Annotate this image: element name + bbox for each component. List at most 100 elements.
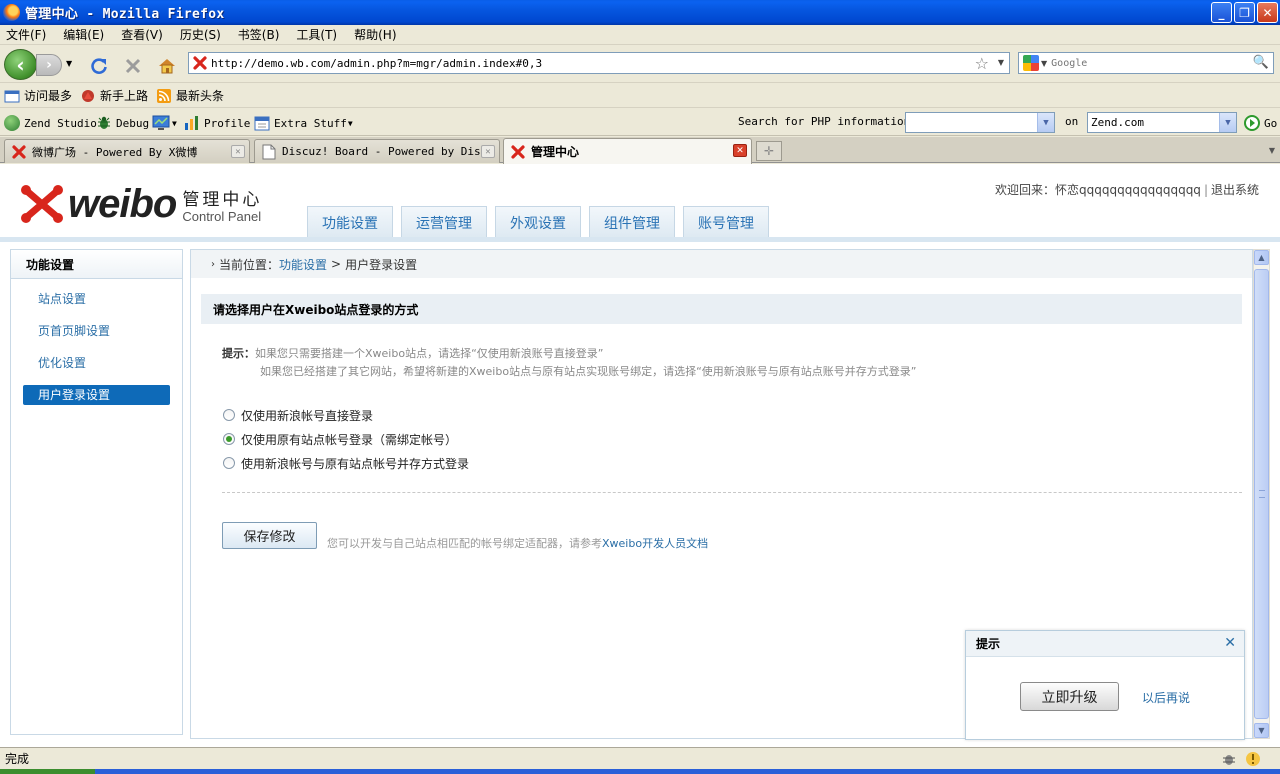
dashed-divider bbox=[222, 492, 1242, 493]
radio-button[interactable] bbox=[223, 457, 235, 469]
tip-label: 提示： bbox=[222, 347, 255, 360]
taskbar-edge bbox=[0, 769, 1280, 774]
status-text: 完成 bbox=[5, 752, 30, 766]
option-sina-only[interactable]: 仅使用新浪帐号直接登录 bbox=[223, 403, 469, 427]
url-dropdown-icon[interactable]: ▼ bbox=[998, 58, 1004, 67]
php-search-dropdown-icon[interactable]: ▼ bbox=[1037, 113, 1054, 132]
tab-close-icon[interactable]: ✕ bbox=[231, 145, 245, 158]
search-icon[interactable]: 🔍 bbox=[1253, 55, 1269, 70]
scrollbar-thumb[interactable] bbox=[1254, 269, 1269, 719]
zend-profile-button[interactable]: Profile bbox=[184, 115, 250, 131]
go-arrow-icon bbox=[1244, 115, 1260, 131]
tab-close-icon[interactable]: ✕ bbox=[481, 145, 495, 158]
login-mode-options: 仅使用新浪帐号直接登录 仅使用原有站点帐号登录（需绑定帐号） 使用新浪帐号与原有… bbox=[223, 403, 469, 475]
extra-dropdown-icon[interactable]: ▼ bbox=[348, 119, 353, 128]
tab-components[interactable]: 组件管理 bbox=[589, 206, 675, 238]
tab-close-icon[interactable]: ✕ bbox=[733, 144, 747, 157]
popup-title: 提示 bbox=[966, 631, 1244, 657]
tab-admin-center[interactable]: 管理中心 ✕ bbox=[503, 138, 752, 164]
menu-help[interactable]: 帮助(H) bbox=[354, 26, 396, 43]
breadcrumb-separator: > bbox=[331, 257, 342, 271]
url-input[interactable] bbox=[211, 56, 951, 70]
tab-appearance[interactable]: 外观设置 bbox=[495, 206, 581, 238]
menu-edit[interactable]: 编辑(E) bbox=[63, 26, 104, 43]
tab-accounts[interactable]: 账号管理 bbox=[683, 206, 769, 238]
tab-discuz-board[interactable]: Discuz! Board - Powered by Disc… ✕ bbox=[254, 139, 500, 163]
popup-close-icon[interactable]: ✕ bbox=[1224, 635, 1236, 651]
option-site-only[interactable]: 仅使用原有站点帐号登录（需绑定帐号） bbox=[223, 427, 469, 451]
php-search-combobox[interactable]: ▼ bbox=[905, 112, 1055, 133]
tab-weibo-square[interactable]: 微博广场 - Powered By X微博 ✕ bbox=[4, 139, 250, 163]
bookmark-getting-started[interactable]: 新手上路 bbox=[80, 87, 148, 104]
upgrade-now-button[interactable]: 立即升级 bbox=[1020, 682, 1119, 711]
sidebar-item-optimization[interactable]: 优化设置 bbox=[23, 353, 170, 373]
weibo-x-logo-icon bbox=[21, 185, 63, 223]
zend-debug-options-button[interactable]: ▼ bbox=[152, 115, 177, 131]
google-icon[interactable] bbox=[1023, 55, 1039, 71]
addon-status-icon[interactable] bbox=[1244, 750, 1262, 768]
save-button[interactable]: 保存修改 bbox=[222, 522, 317, 549]
home-icon[interactable] bbox=[156, 55, 178, 77]
option-both[interactable]: 使用新浪帐号与原有站点帐号并存方式登录 bbox=[223, 451, 469, 475]
menu-history[interactable]: 历史(S) bbox=[180, 26, 221, 43]
zend-extra-stuff-button[interactable]: Extra Stuff ▼ bbox=[254, 115, 353, 131]
radio-button-selected[interactable] bbox=[223, 433, 235, 445]
remind-later-link[interactable]: 以后再说 bbox=[1142, 689, 1190, 706]
bookmark-star-icon[interactable]: ☆ bbox=[975, 54, 989, 73]
radio-button[interactable] bbox=[223, 409, 235, 421]
forward-button[interactable]: › bbox=[36, 54, 62, 76]
window-title: 管理中心 - Mozilla Firefox bbox=[25, 7, 225, 22]
minimize-button[interactable]: _ bbox=[1211, 2, 1232, 23]
search-bar[interactable]: ▼ 🔍 bbox=[1018, 52, 1274, 74]
welcome-bar: 欢迎回来：怀恋qqqqqqqqqqqqqqqq | 退出系统 bbox=[995, 181, 1259, 198]
search-on-label: on bbox=[1065, 115, 1079, 128]
sidebar-item-site-settings[interactable]: 站点设置 bbox=[23, 289, 170, 309]
weibo-favicon-icon bbox=[510, 144, 526, 160]
vertical-scrollbar[interactable]: ▲ ▼ bbox=[1253, 249, 1270, 739]
save-note: 您可以开发与自己站点相匹配的帐号绑定适配器，请参考Xweibo开发人员文档 bbox=[327, 537, 709, 550]
bookmark-most-visited[interactable]: 访问最多 bbox=[4, 87, 72, 104]
weibo-favicon-icon bbox=[11, 144, 27, 160]
bookmark-latest-headlines[interactable]: 最新头条 bbox=[156, 87, 224, 104]
breadcrumb-parent-link[interactable]: 功能设置 bbox=[279, 256, 327, 273]
zend-go-button[interactable]: Go bbox=[1244, 115, 1277, 131]
menubar: 文件(F) 编辑(E) 查看(V) 历史(S) 书签(B) 工具(T) 帮助(H… bbox=[0, 25, 1280, 45]
history-dropdown-icon[interactable]: ▼ bbox=[66, 59, 72, 68]
reload-icon[interactable] bbox=[88, 55, 110, 77]
developer-docs-link[interactable]: Xweibo开发人员文档 bbox=[602, 537, 708, 550]
weibo-logo[interactable]: weibo 管理中心 Control Panel bbox=[20, 184, 262, 224]
sidebar-item-header-footer[interactable]: 页首页脚设置 bbox=[23, 321, 170, 341]
logout-link[interactable]: 退出系统 bbox=[1211, 183, 1259, 197]
debug-dropdown-icon[interactable]: ▼ bbox=[172, 119, 177, 128]
new-tab-button[interactable]: ✛ bbox=[756, 141, 782, 161]
search-site-select[interactable]: Zend.com ▼ bbox=[1087, 112, 1237, 133]
tab-operations[interactable]: 运营管理 bbox=[401, 206, 487, 238]
menu-file[interactable]: 文件(F) bbox=[6, 26, 46, 43]
maximize-button[interactable]: ❐ bbox=[1234, 2, 1255, 23]
zend-studio-button[interactable]: Zend Studio bbox=[4, 115, 97, 131]
main-nav-tabs: 功能设置 运营管理 外观设置 组件管理 账号管理 bbox=[307, 206, 777, 238]
sidebar-item-user-login[interactable]: 用户登录设置 bbox=[23, 385, 170, 405]
zend-debug-button[interactable]: Debug bbox=[96, 115, 149, 131]
tab-list-dropdown-icon[interactable]: ▼ bbox=[1264, 139, 1280, 161]
menu-view[interactable]: 查看(V) bbox=[121, 26, 163, 43]
address-bar[interactable]: ☆ ▼ bbox=[188, 52, 1010, 74]
firebug-icon[interactable] bbox=[1220, 750, 1238, 768]
stop-icon[interactable] bbox=[122, 55, 144, 77]
monitor-icon bbox=[152, 115, 170, 131]
menu-tools[interactable]: 工具(T) bbox=[296, 26, 337, 43]
scroll-down-icon[interactable]: ▼ bbox=[1254, 723, 1269, 738]
search-engine-dropdown-icon[interactable]: ▼ bbox=[1041, 59, 1047, 68]
site-favicon-icon bbox=[189, 55, 211, 71]
menu-bookmarks[interactable]: 书签(B) bbox=[238, 26, 280, 43]
tip-line-2: 如果您已经搭建了其它网站，希望将新建的Xweibo站点与原有站点实现账号绑定，请… bbox=[260, 365, 917, 378]
search-site-dropdown-icon[interactable]: ▼ bbox=[1219, 113, 1236, 132]
search-input[interactable] bbox=[1051, 57, 1242, 69]
tip-block: 提示：如果您只需要搭建一个Xweibo站点，请选择“仅使用新浪账号直接登录” 如… bbox=[222, 345, 916, 381]
firefox-getting-started-icon bbox=[80, 88, 96, 104]
close-window-button[interactable]: ✕ bbox=[1257, 2, 1278, 23]
upgrade-notice-popup: 提示 ✕ 立即升级 以后再说 bbox=[965, 630, 1245, 740]
scroll-up-icon[interactable]: ▲ bbox=[1254, 250, 1269, 265]
tab-feature-settings[interactable]: 功能设置 bbox=[307, 206, 393, 238]
back-button[interactable]: ‹ bbox=[4, 49, 37, 80]
